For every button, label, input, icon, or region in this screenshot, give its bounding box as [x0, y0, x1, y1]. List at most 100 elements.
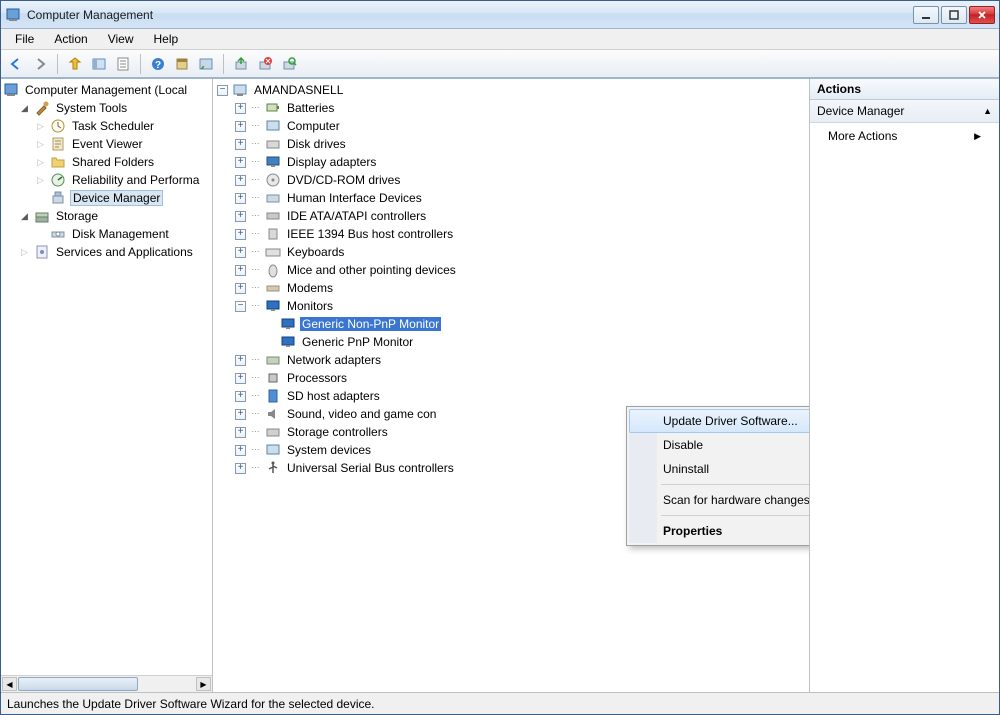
expander-icon[interactable]: ▷ — [35, 121, 46, 132]
device-generic-pnp[interactable]: Generic PnP Monitor — [215, 333, 807, 351]
expand-icon[interactable] — [235, 391, 246, 402]
update-driver-button[interactable] — [230, 53, 252, 75]
device-computer[interactable]: Computer — [215, 117, 807, 135]
device-network[interactable]: Network adapters — [215, 351, 807, 369]
tree-event-viewer[interactable]: ▷ Event Viewer — [3, 135, 210, 153]
expander-icon[interactable]: ▷ — [35, 175, 46, 186]
device-1394[interactable]: IEEE 1394 Bus host controllers — [215, 225, 807, 243]
device-processors[interactable]: Processors — [215, 369, 807, 387]
maximize-button[interactable] — [941, 6, 967, 24]
scroll-thumb[interactable] — [18, 677, 138, 691]
tree-reliability[interactable]: ▷ Reliability and Performa — [3, 171, 210, 189]
tree-services[interactable]: ▷ Services and Applications — [3, 243, 210, 261]
actions-subheader[interactable]: Device Manager ▲ — [810, 100, 999, 123]
menubar: File Action View Help — [1, 29, 999, 50]
actions-pane: Actions Device Manager ▲ More Actions ▶ — [809, 79, 999, 692]
disk-icon — [50, 226, 66, 242]
tree-task-scheduler[interactable]: ▷ Task Scheduler — [3, 117, 210, 135]
tree-system-tools[interactable]: ◢ System Tools — [3, 99, 210, 117]
expand-icon[interactable] — [235, 265, 246, 276]
device-root[interactable]: AMANDASNELL — [215, 81, 807, 99]
menu-file[interactable]: File — [7, 30, 42, 48]
expander-icon[interactable]: ▷ — [35, 139, 46, 150]
expander-icon[interactable]: ▷ — [19, 247, 30, 258]
expand-icon[interactable] — [235, 103, 246, 114]
device-display[interactable]: Display adapters — [215, 153, 807, 171]
computer-icon — [232, 82, 248, 98]
menu-update-driver[interactable]: Update Driver Software... — [629, 409, 809, 433]
device-hid[interactable]: Human Interface Devices — [215, 189, 807, 207]
up-button[interactable] — [64, 53, 86, 75]
horizontal-scrollbar[interactable]: ◀ ▶ — [1, 675, 212, 692]
expand-icon[interactable] — [235, 463, 246, 474]
expander-icon[interactable]: ◢ — [19, 103, 30, 114]
export-button[interactable] — [112, 53, 134, 75]
menu-properties[interactable]: Properties — [629, 519, 809, 543]
device-ide[interactable]: IDE ATA/ATAPI controllers — [215, 207, 807, 225]
toolbar: ? — [1, 50, 999, 78]
device-mice[interactable]: Mice and other pointing devices — [215, 261, 807, 279]
scan-hardware-button[interactable] — [278, 53, 300, 75]
device-generic-non-pnp[interactable]: Generic Non-PnP Monitor — [215, 315, 807, 333]
scroll-right-arrow[interactable]: ▶ — [196, 677, 211, 691]
device-tree-pane[interactable]: AMANDASNELL Batteries Computer Disk driv… — [213, 79, 809, 692]
expand-icon[interactable] — [235, 193, 246, 204]
expand-icon[interactable] — [235, 445, 246, 456]
collapse-icon[interactable]: ▲ — [983, 106, 992, 116]
device-sd[interactable]: SD host adapters — [215, 387, 807, 405]
expand-icon[interactable] — [235, 175, 246, 186]
properties-button[interactable] — [171, 53, 193, 75]
expand-icon[interactable] — [235, 121, 246, 132]
tree-storage[interactable]: ◢ Storage — [3, 207, 210, 225]
expand-icon[interactable] — [235, 283, 246, 294]
tree-device-manager[interactable]: Device Manager — [3, 189, 210, 207]
menu-help[interactable]: Help — [146, 30, 187, 48]
console-tree[interactable]: Computer Management (Local ◢ System Tool… — [1, 79, 212, 675]
expand-icon[interactable] — [235, 229, 246, 240]
minimize-button[interactable] — [913, 6, 939, 24]
storage-icon — [34, 208, 50, 224]
back-button[interactable] — [5, 53, 27, 75]
expand-icon[interactable] — [235, 247, 246, 258]
expand-icon[interactable] — [235, 139, 246, 150]
forward-button[interactable] — [29, 53, 51, 75]
collapse-icon[interactable] — [217, 85, 228, 96]
show-console-button[interactable] — [88, 53, 110, 75]
device-label: AMANDASNELL — [252, 83, 345, 97]
device-keyboards[interactable]: Keyboards — [215, 243, 807, 261]
expand-icon[interactable] — [235, 157, 246, 168]
expand-icon[interactable] — [235, 373, 246, 384]
expand-icon[interactable] — [235, 409, 246, 420]
device-label: Modems — [285, 281, 335, 295]
menu-disable[interactable]: Disable — [629, 433, 809, 457]
tree-label: Event Viewer — [70, 137, 144, 151]
sd-icon — [265, 388, 281, 404]
menu-view[interactable]: View — [100, 30, 142, 48]
perf-icon — [50, 172, 66, 188]
expander-icon[interactable]: ◢ — [19, 211, 30, 222]
scroll-left-arrow[interactable]: ◀ — [2, 677, 17, 691]
device-dvd[interactable]: DVD/CD-ROM drives — [215, 171, 807, 189]
tree-shared-folders[interactable]: ▷ Shared Folders — [3, 153, 210, 171]
tree-root[interactable]: Computer Management (Local — [3, 81, 210, 99]
help-button[interactable]: ? — [147, 53, 169, 75]
expander-icon[interactable]: ▷ — [35, 157, 46, 168]
event-icon — [50, 136, 66, 152]
menu-uninstall[interactable]: Uninstall — [629, 457, 809, 481]
close-button[interactable] — [969, 6, 995, 24]
uninstall-button[interactable] — [254, 53, 276, 75]
device-monitors[interactable]: Monitors — [215, 297, 807, 315]
expand-icon[interactable] — [235, 355, 246, 366]
expand-icon[interactable] — [235, 427, 246, 438]
collapse-icon[interactable] — [235, 301, 246, 312]
expand-icon[interactable] — [235, 211, 246, 222]
menu-action[interactable]: Action — [46, 30, 95, 48]
refresh-button[interactable] — [195, 53, 217, 75]
tree-disk-management[interactable]: Disk Management — [3, 225, 210, 243]
menu-scan-hardware[interactable]: Scan for hardware changes — [629, 488, 809, 512]
device-batteries[interactable]: Batteries — [215, 99, 807, 117]
actions-more[interactable]: More Actions ▶ — [810, 123, 999, 149]
tree-label: Disk Management — [70, 227, 171, 241]
device-modems[interactable]: Modems — [215, 279, 807, 297]
device-disk-drives[interactable]: Disk drives — [215, 135, 807, 153]
